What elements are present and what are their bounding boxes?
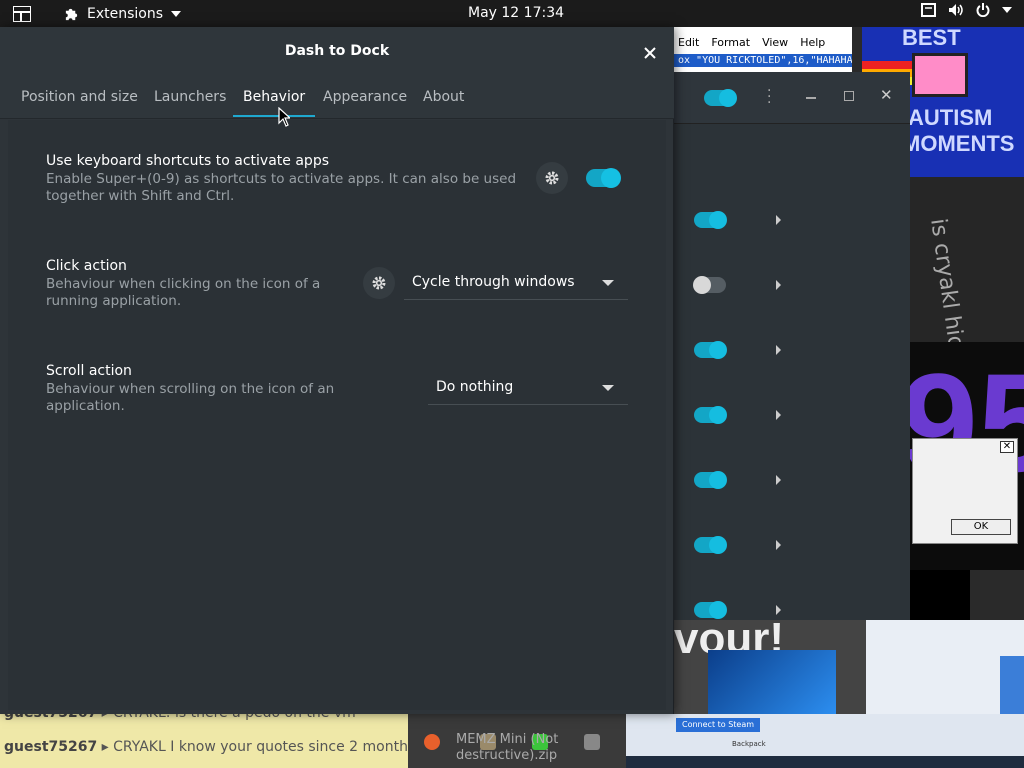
click-action-settings-button[interactable] (363, 267, 395, 299)
caret-down-icon (171, 10, 182, 17)
activities-button[interactable] (0, 0, 44, 27)
notepad-menu-help: Help (800, 36, 826, 49)
connect-steam-button: Connect to Steam (676, 718, 760, 732)
tab-position-and-size[interactable]: Position and size (11, 89, 148, 117)
extension-toggle-2 (693, 276, 726, 294)
meme-text-moments: MOMENTS (902, 131, 1015, 156)
scroll-action-description: Behaviour when scrolling on the icon of … (46, 381, 335, 414)
extension-toggle-6 (694, 536, 727, 554)
dialog-close-button[interactable] (636, 41, 664, 65)
background-meme-image-4: vour! (674, 620, 894, 714)
clock[interactable]: May 12 17:34 (468, 5, 564, 21)
tab-behavior[interactable]: Behavior (233, 89, 315, 117)
dialog-close-icon: ✕ (1000, 441, 1014, 453)
dropdown-arrow-icon (602, 385, 614, 391)
behavior-page: Use keyboard shortcuts to activate apps … (8, 120, 666, 710)
screenshot-sidebar (1000, 656, 1024, 714)
volume-icon (949, 4, 963, 16)
close-icon (644, 47, 656, 59)
windows-wallpaper-icon (708, 650, 836, 714)
click-action-description: Behaviour when clicking on the icon of a… (46, 276, 321, 309)
extension-toggle-3 (694, 341, 727, 359)
shortcuts-settings-button[interactable] (536, 162, 568, 194)
extension-toggle-7 (694, 601, 727, 619)
shortcuts-toggle[interactable] (586, 168, 621, 188)
chevron-right-icon (776, 540, 781, 550)
background-meme-image-2: is cryakl hiddaooo (910, 177, 1024, 418)
click-action-dropdown[interactable]: Cycle through windows (404, 266, 628, 300)
dialog-titlebar: Dash to Dock (0, 27, 674, 79)
header-toggle (704, 89, 737, 107)
gear-icon (545, 171, 559, 185)
dropdown-arrow-icon (602, 280, 614, 286)
background-windows-screen: Connect to Steam Backpack (626, 714, 1024, 768)
tab-bar: Position and size Launchers Behavior App… (0, 79, 674, 119)
top-bar: Extensions May 12 17:34 (0, 0, 1024, 27)
chevron-right-icon (776, 410, 781, 420)
extension-toggle-5 (694, 471, 727, 489)
windows-taskbar (626, 756, 1024, 768)
tab-about[interactable]: About (413, 89, 474, 117)
meme-text-best: BEST (902, 25, 961, 50)
app-menu[interactable]: Extensions (64, 5, 182, 22)
background-screenshot (866, 620, 1024, 714)
notepad-menu-format: Format (711, 36, 751, 49)
meme-text-autism: AUTISM (908, 105, 993, 130)
gear-icon (372, 276, 386, 290)
app-menu-label: Extensions (87, 5, 164, 22)
nyan-cat-icon (912, 53, 968, 97)
firefox-icon (424, 734, 440, 750)
caret-down-icon (1002, 7, 1012, 13)
background-notepad-window: Edit Format View Help ox "YOU RICKTOLED"… (674, 27, 852, 72)
dialog-ok-button: OK (951, 519, 1011, 535)
scroll-action-dropdown[interactable]: Do nothing (428, 371, 628, 405)
chevron-right-icon (776, 215, 781, 225)
dialog-title: Dash to Dock (284, 43, 390, 59)
extension-toggle-1 (694, 211, 727, 229)
chat-line-2: guest75267 ▸ CRYAKL I know your quotes s… (4, 739, 446, 755)
mouse-cursor-icon (278, 107, 290, 127)
notepad-menu-edit: Edit (678, 36, 700, 49)
app-grid-icon (13, 5, 31, 22)
minimize-icon (806, 97, 816, 99)
notepad-menu-view: View (762, 36, 789, 49)
maximize-icon (844, 91, 854, 101)
tab-appearance[interactable]: Appearance (313, 89, 417, 117)
desktop-file-label: MEMZ Mini (Not destructive).zip (456, 732, 559, 763)
shortcuts-description: Enable Super+(0-9) as shortcuts to activ… (46, 171, 517, 204)
background-settings-header: · · · ✕ (674, 72, 910, 124)
power-icon (976, 3, 990, 17)
chevron-right-icon (776, 475, 781, 485)
screen-icon (921, 3, 936, 17)
scroll-action-title: Scroll action (46, 363, 132, 379)
kebab-menu-icon: · · · (767, 83, 772, 111)
click-action-value: Cycle through windows (412, 274, 575, 290)
chevron-right-icon (776, 345, 781, 355)
shortcuts-title: Use keyboard shortcuts to activate apps (46, 153, 329, 169)
chevron-right-icon (776, 605, 781, 615)
extension-toggle-4 (694, 406, 727, 424)
notepad-code-line: ox "YOU RICKTOLED",16,"HAHAHAH" (674, 54, 852, 67)
tab-launchers[interactable]: Launchers (144, 89, 236, 117)
close-icon: ✕ (880, 86, 893, 104)
puzzle-piece-icon (65, 8, 78, 21)
background-chat-log: guest75267 ▸ CRYAKL: is there a pedo on … (0, 705, 446, 768)
click-action-title: Click action (46, 258, 127, 274)
scroll-action-value: Do nothing (436, 379, 514, 395)
dash-to-dock-dialog: Dash to Dock Position and size Launchers… (0, 27, 674, 714)
background-message-dialog: ✕ OK (912, 438, 1018, 544)
background-desktop-icons: MEMZ Mini (Not destructive).zip (408, 714, 626, 768)
system-tray[interactable] (921, 3, 1012, 17)
backpack-label: Backpack (732, 740, 766, 748)
background-settings-window: · · · ✕ (674, 72, 910, 620)
chevron-right-icon (776, 280, 781, 290)
